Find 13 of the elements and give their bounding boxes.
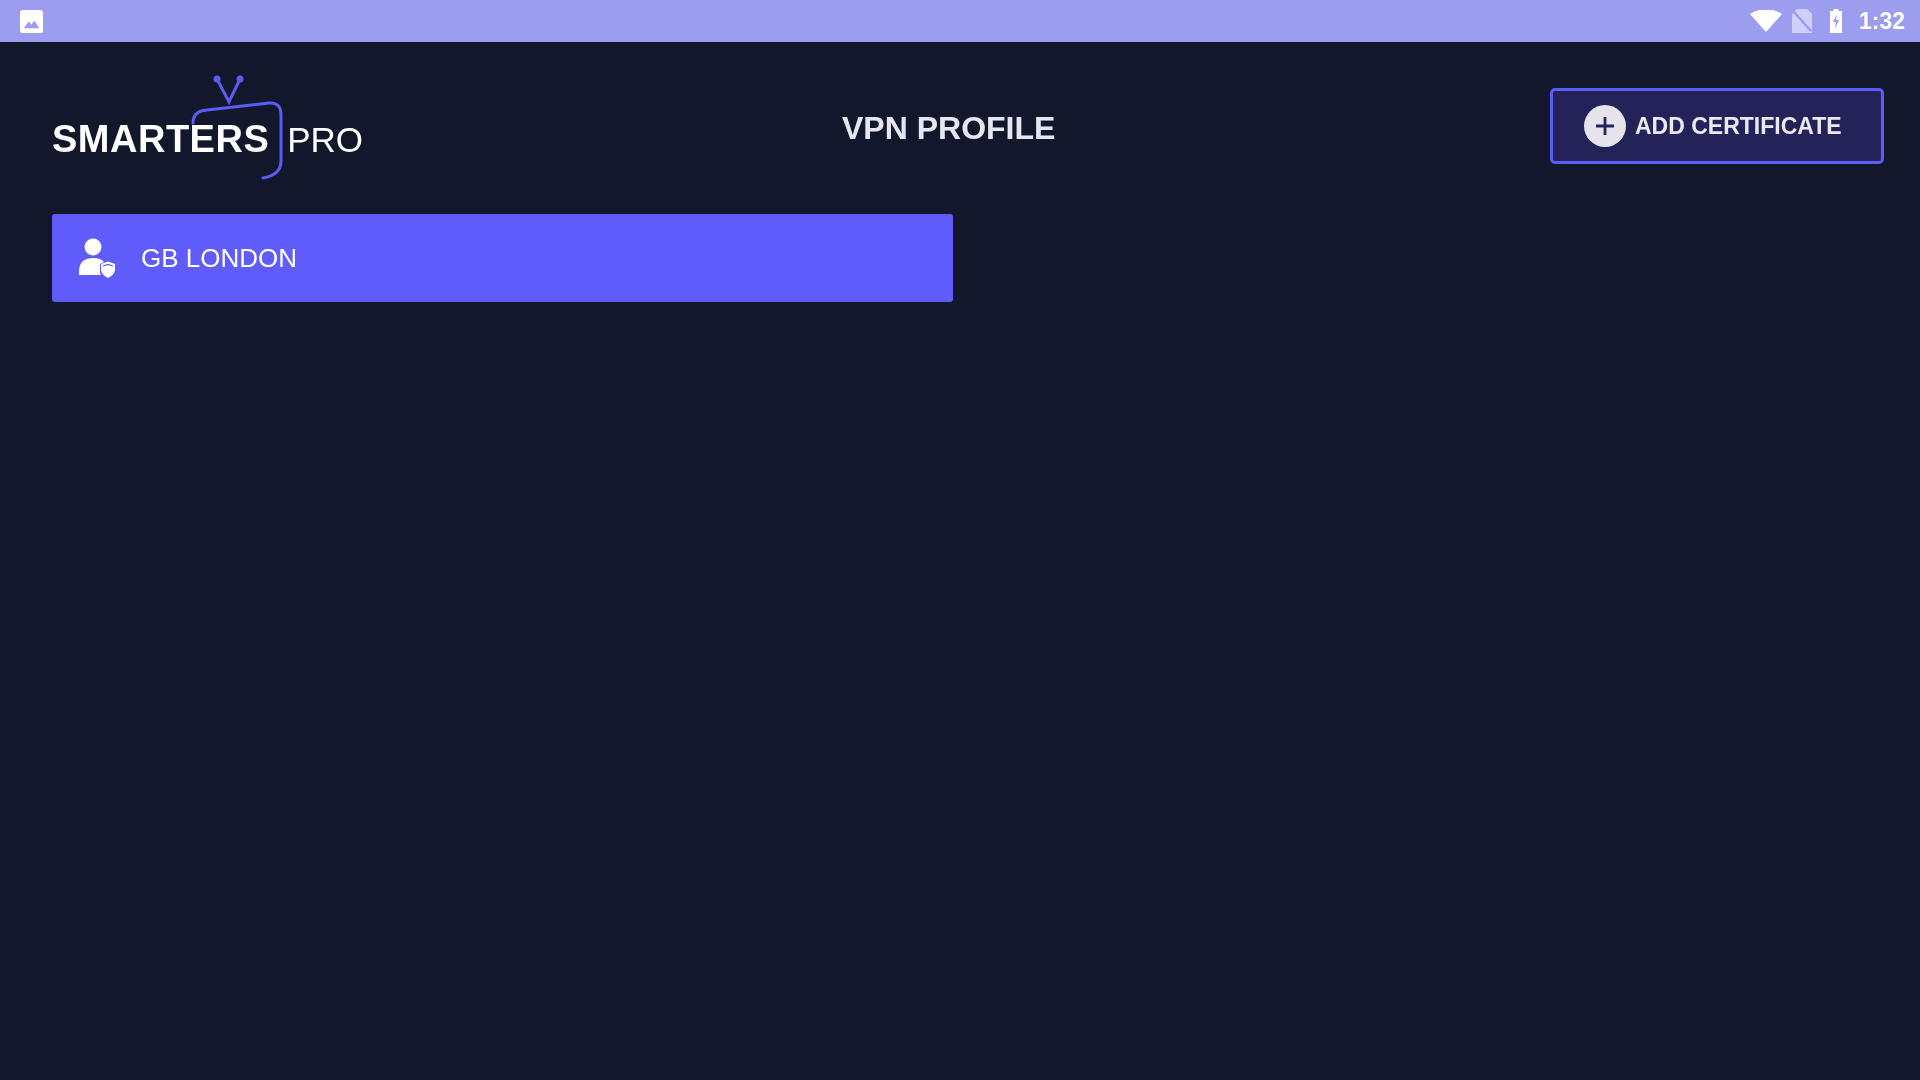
- wifi-icon: [1749, 10, 1782, 32]
- battery-charging-icon: [1829, 9, 1842, 33]
- logo-wordmark: SMARTERS: [52, 120, 270, 158]
- logo-suffix: PRO: [287, 122, 364, 157]
- image-notification-icon: [20, 9, 43, 33]
- plus-circle-icon: [1584, 105, 1626, 147]
- no-sim-icon: [1791, 9, 1812, 33]
- profile-name: GB LONDON: [141, 245, 298, 271]
- vpn-profile-item[interactable]: GB LONDON: [52, 214, 953, 302]
- add-certificate-button[interactable]: ADD CERTIFICATE: [1550, 88, 1884, 164]
- user-shield-icon: [79, 238, 115, 278]
- clock-time: 1:32: [1858, 9, 1905, 33]
- page-title: VPN PROFILE: [842, 112, 1056, 144]
